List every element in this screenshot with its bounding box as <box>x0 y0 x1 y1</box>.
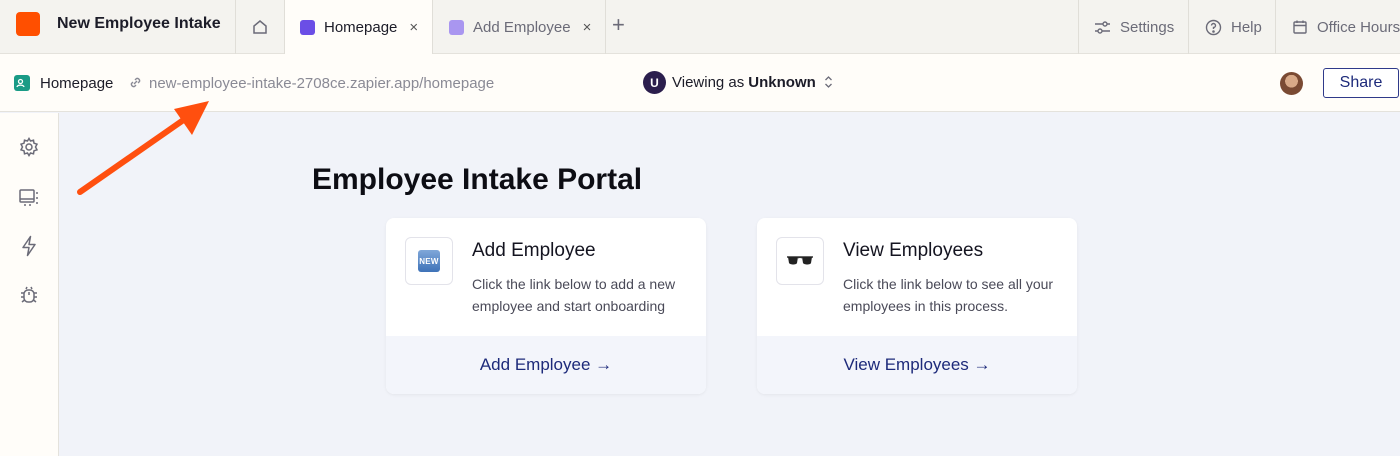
help-label: Help <box>1231 18 1262 36</box>
app-logo <box>16 12 40 36</box>
layout-icon[interactable] <box>17 185 41 209</box>
share-button[interactable]: Share <box>1323 68 1399 98</box>
office-hours-label: Office Hours <box>1317 18 1400 36</box>
new-badge-icon: NEW <box>405 237 453 285</box>
card-description: Click the link below to see all your emp… <box>843 276 1054 314</box>
annotation-arrow-icon <box>77 101 209 195</box>
page-url-link[interactable]: new-employee-intake-2708ce.zapier.app/ho… <box>149 75 494 92</box>
home-icon <box>253 20 267 34</box>
add-employee-link[interactable]: Add Employee → <box>480 355 612 375</box>
tab-add-employee[interactable]: Add Employee × <box>433 0 605 54</box>
settings-label: Settings <box>1120 18 1175 36</box>
view-employees-card: View Employees Click the link below to s… <box>757 218 1077 394</box>
viewing-prefix: Viewing as <box>672 74 745 91</box>
page-icon <box>449 19 464 35</box>
sunglasses-icon <box>776 237 824 285</box>
avatar[interactable] <box>1280 72 1303 95</box>
user-badge: U <box>643 71 666 94</box>
office-hours-button[interactable]: Office Hours <box>1292 0 1400 54</box>
card-title: View Employees <box>843 240 984 261</box>
page-name: Homepage <box>40 75 114 92</box>
bug-icon[interactable] <box>17 283 41 307</box>
card-footer: Add Employee → <box>386 336 706 394</box>
top-tab-bar: New Employee Intake Homepage × Add Emplo… <box>0 0 1400 55</box>
page-title: Employee Intake Portal <box>312 163 643 196</box>
card-footer: View Employees → <box>757 336 1077 394</box>
viewing-user: Unknown <box>748 74 816 91</box>
home-tab[interactable] <box>236 0 284 54</box>
divider <box>605 0 606 54</box>
lightning-icon[interactable] <box>17 234 41 258</box>
close-icon[interactable]: × <box>583 19 592 36</box>
gear-icon[interactable] <box>17 135 41 159</box>
calendar-icon <box>1293 20 1307 34</box>
divider <box>1275 0 1276 54</box>
help-button[interactable]: Help <box>1205 0 1262 54</box>
card-title: Add Employee <box>472 240 596 261</box>
sliders-icon <box>1095 20 1110 34</box>
divider <box>1078 0 1079 54</box>
settings-button[interactable]: Settings <box>1094 0 1174 54</box>
card-description: Click the link below to add a new employ… <box>472 276 676 314</box>
help-icon <box>1205 19 1222 35</box>
tab-label: Add Employee <box>473 18 571 36</box>
chevron-updown-icon <box>824 75 833 90</box>
divider <box>1188 0 1189 54</box>
page-icon <box>300 20 315 35</box>
tab-homepage[interactable]: Homepage × <box>285 0 432 55</box>
close-icon[interactable]: × <box>409 19 418 36</box>
left-sidebar <box>0 113 59 456</box>
view-employees-link[interactable]: View Employees → <box>843 355 990 375</box>
viewing-as-dropdown[interactable]: U Viewing as Unknown <box>643 71 833 94</box>
page-icon <box>14 75 30 91</box>
app-title: New Employee Intake <box>57 15 221 32</box>
add-tab-button[interactable]: + <box>612 12 625 38</box>
link-icon <box>130 77 141 88</box>
add-employee-card: NEW Add Employee Click the link below to… <box>386 218 706 394</box>
tab-label: Homepage <box>324 19 398 36</box>
